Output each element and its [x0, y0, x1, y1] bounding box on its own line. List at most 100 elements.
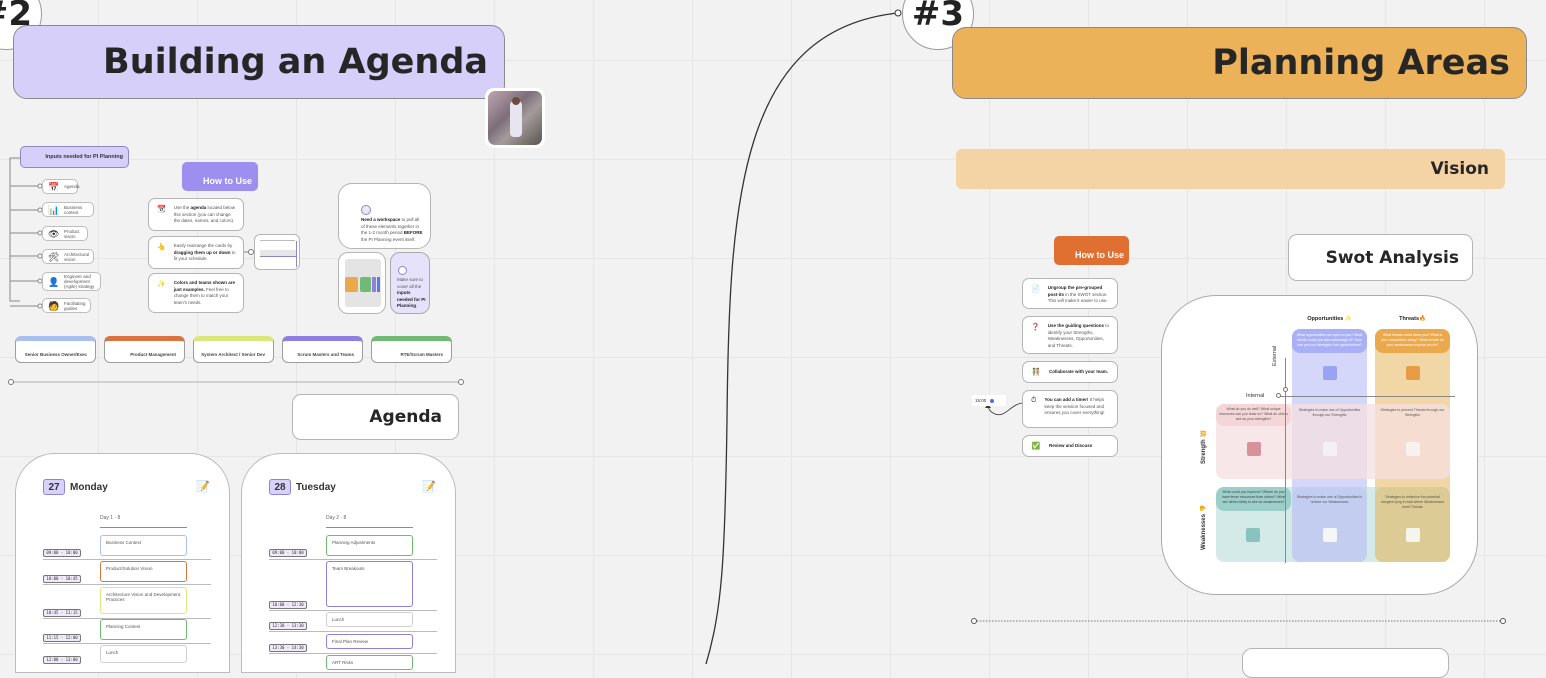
day-number: 27 [43, 479, 65, 495]
facilitator-icon: 🧑 [48, 300, 60, 311]
cover-inputs-card[interactable]: Make sure to cover all the inputs needed… [390, 252, 430, 314]
day-number: 28 [269, 479, 291, 495]
how-to-use-tag: How to Use [1054, 236, 1129, 265]
sticky-note[interactable] [1247, 442, 1261, 456]
role-card[interactable]: Scrum Masters and Teams [282, 336, 363, 363]
agenda-slot[interactable]: Business Context [100, 535, 187, 556]
how-to-card[interactable]: ✅ Review and Discuss [1022, 435, 1118, 457]
section-title-banner[interactable]: Building an Agenda [13, 25, 505, 99]
question-icon: ❓ [1031, 324, 1040, 331]
row-header-strength: Strength 💥 [1201, 430, 1207, 464]
day-name: Monday [70, 482, 108, 493]
role-card[interactable]: System Architect / Senior Dev [193, 336, 274, 363]
how-to-card[interactable]: ✨ Colors and teams shown are just exampl… [148, 273, 244, 313]
calendar-edit-icon[interactable]: 📝 [196, 480, 210, 493]
sticky-note[interactable] [1323, 528, 1337, 542]
info-icon [398, 266, 407, 275]
agenda-slot[interactable]: Lunch [100, 645, 187, 663]
how-to-card[interactable]: ❓ Use the guiding questions to identify … [1022, 316, 1118, 354]
time-badge: 09:00 - 10:00 [269, 549, 307, 557]
axis-handle[interactable] [1283, 387, 1288, 392]
sparkle-icon: ✨ [157, 281, 166, 288]
pointer-hand-icon: 👆 [157, 244, 166, 251]
agenda-slot[interactable]: Team Breakouts [326, 561, 413, 607]
how-to-use-tag: How to Use [182, 162, 258, 191]
input-node[interactable]: 📅 Agenda [42, 179, 80, 194]
wo-strategy: Strategies to make use of Opportunities … [1296, 495, 1363, 504]
agenda-slot[interactable]: Lunch [326, 612, 413, 627]
axis-horizontal [1280, 396, 1455, 397]
how-to-card[interactable]: 📄 Ungroup the pre-grouped post-its in th… [1022, 278, 1118, 309]
play-icon[interactable] [990, 398, 995, 403]
timer-icon: ⏱ [1031, 397, 1037, 404]
role-card[interactable]: RTE/Scrum Masters [371, 336, 452, 363]
document-icon: 📄 [1031, 286, 1040, 293]
st-strategy: Strategies to prevent Threats through ou… [1380, 408, 1445, 417]
swot-title[interactable]: Swot Analysis [1288, 234, 1473, 281]
agenda-slot[interactable]: ART Risks [326, 655, 413, 670]
sticky-note[interactable] [1323, 442, 1337, 456]
strengths-prompt: What do you do well? What unique resourc… [1216, 404, 1291, 426]
agenda-slot[interactable]: Final Plan Review [326, 634, 413, 649]
calendar-icon: 📅 [48, 181, 60, 192]
input-node[interactable]: 🧑 Facilitating guides [42, 298, 91, 313]
drag-demo-card[interactable] [254, 234, 300, 270]
person-icon: 👤 [48, 276, 60, 287]
time-badge: 11:15 - 12:00 [43, 634, 81, 642]
role-card[interactable]: Senior Business Owner/Exec [15, 336, 96, 363]
agenda-slot[interactable]: Architecture Vision and Development Prac… [100, 587, 187, 614]
timer-widget[interactable]: 15:00 [972, 395, 1006, 406]
sticky-note[interactable] [1406, 442, 1420, 456]
agenda-slot[interactable]: Planning Context [100, 619, 187, 640]
time-badge: 12:30 - 13:30 [269, 622, 307, 630]
input-node[interactable]: 🛠 Architectural vision [42, 249, 94, 264]
agenda-slot[interactable]: Product/Solution Vision [100, 561, 187, 582]
day-name: Tuesday [296, 482, 336, 493]
input-node[interactable]: 👁 Product vision [42, 226, 88, 241]
eye-icon: 👁 [48, 228, 60, 239]
section-title-banner[interactable]: Planning Areas [952, 27, 1527, 99]
photo-placeholder [488, 91, 542, 145]
threats-prompt: What threats could harm you? What is you… [1375, 329, 1450, 353]
axis-handle[interactable] [1276, 393, 1281, 398]
agenda-slot[interactable]: Planning Adjustments [326, 535, 413, 556]
swot-board: Opportunities ✨ Threats🔥 What opportunit… [1161, 295, 1478, 595]
axis-internal-label: Internal [1246, 393, 1265, 399]
sticky-note[interactable] [1406, 366, 1420, 380]
checkmark-icon: ✅ [1031, 443, 1041, 450]
agenda-label[interactable]: Agenda [292, 394, 459, 440]
sticky-note[interactable] [1323, 366, 1337, 380]
calendar-edit-icon[interactable]: 📝 [422, 480, 436, 493]
row-header-weaknesses: Weaknesses 👎 [1201, 504, 1207, 550]
weaknesses-prompt: What could you improve? Where do you hav… [1216, 487, 1291, 511]
opportunities-prompt: What opportunities are open to you? What… [1292, 329, 1367, 353]
time-badge: 10:00 - 10:45 [43, 575, 81, 583]
role-card[interactable]: Product Management [104, 336, 185, 363]
sticky-note[interactable] [1406, 528, 1420, 542]
workspace-preview[interactable] [338, 252, 386, 314]
time-badge: 13:30 - 14:30 [269, 644, 307, 652]
input-node[interactable]: 👤 Engineer and development (Agile) strate… [42, 272, 101, 291]
day-column-monday: 27 Monday 📝 Day 1 · 8 Business Context 0… [15, 453, 230, 673]
inputs-header[interactable]: Inputs needed for PI Planning [20, 146, 129, 168]
workspace-card[interactable]: Need a workspace to pull all of these el… [338, 183, 431, 249]
next-section-card[interactable] [1242, 648, 1449, 678]
col-header-opportunities: Opportunities ✨ [1307, 316, 1352, 322]
how-to-card[interactable]: ⏱ You can add a timer! It helps keep the… [1022, 390, 1118, 428]
calendar-icon: 📆 [157, 206, 166, 213]
meme-image[interactable] [485, 88, 545, 148]
col-header-threats: Threats🔥 [1399, 316, 1426, 322]
day-header: Day 2 · 8 [326, 515, 347, 521]
wt-strategy: Strategies to minimize the potential dan… [1380, 495, 1445, 509]
sticky-note[interactable] [1246, 528, 1260, 542]
how-to-card[interactable]: 👆 Easily rearrange the cards by dragging… [148, 236, 244, 269]
how-to-card[interactable]: 🧑‍🤝‍🧑 Collaborate with your team. [1022, 361, 1118, 383]
how-to-card[interactable]: 📆 Use the agenda located below this sect… [148, 198, 244, 231]
team-icon: 🧑‍🤝‍🧑 [1031, 369, 1041, 376]
time-badge: 09:00 - 10:00 [43, 549, 81, 557]
info-icon [361, 205, 371, 215]
section-title: Building an Agenda [103, 42, 488, 82]
input-node[interactable]: 📊 Business context [42, 202, 94, 217]
day-column-tuesday: 28 Tuesday 📝 Day 2 · 8 Planning Adjustme… [241, 453, 456, 673]
vision-banner[interactable]: Vision [956, 149, 1505, 189]
